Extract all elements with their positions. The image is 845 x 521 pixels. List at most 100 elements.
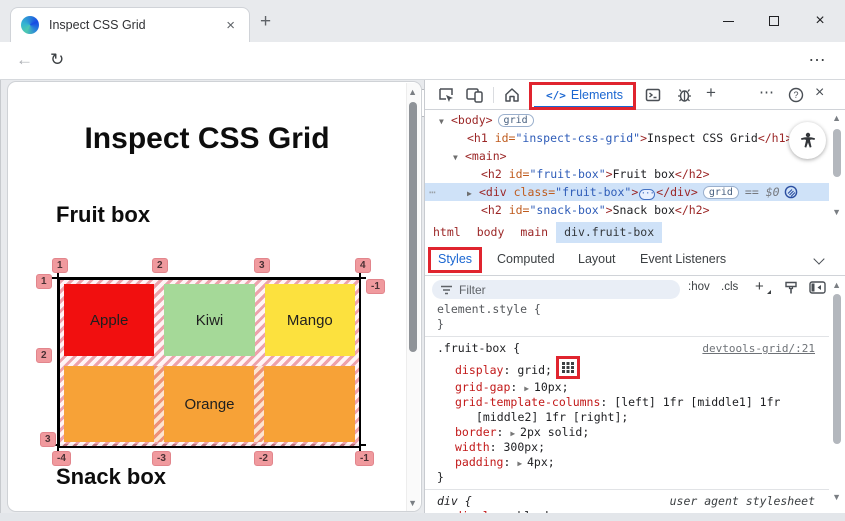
scroll-down-icon[interactable]: ▼ <box>832 207 841 217</box>
selected-element-decorator-icon <box>784 185 798 199</box>
stylesheet-source-link[interactable]: devtools-grid/:21 <box>702 341 815 356</box>
scroll-down-icon[interactable]: ▼ <box>408 498 417 508</box>
dom-node-div-fruit-box-selected[interactable]: ⋯ ▶ <div class="fruit-box"> ··· </div> grid ==… <box>425 183 829 201</box>
dom-node-main[interactable]: ▼ <main> <box>425 147 829 165</box>
grid-adorner-badge[interactable]: grid <box>497 114 534 127</box>
rendering-brush-icon[interactable] <box>783 280 799 296</box>
breadcrumb-div-fruit-box[interactable]: div.fruit-box <box>556 222 663 243</box>
node-menu-icon[interactable]: ⋯ <box>429 183 436 201</box>
page-scrollbar-thumb[interactable] <box>409 102 417 352</box>
tab-layout[interactable]: Layout <box>578 252 616 266</box>
devtools-more-icon[interactable]: ⋯ <box>759 83 774 101</box>
grid-cell-kiwi: Kiwi <box>164 284 255 356</box>
dom-scrollbar[interactable]: ▲ ▼ <box>831 113 843 221</box>
browser-window: Inspect CSS Grid × + × ← ↻ https://micro… <box>0 0 845 521</box>
annotation-elements-tab <box>529 82 636 110</box>
dom-node-h2-snack[interactable]: <h2 id="snack-box">Snack box</h2> <box>425 201 829 219</box>
grid-line-badge: 3 <box>40 432 56 447</box>
browser-toolbar: ← ↻ https://microsoftedge.github.io/Demo… <box>0 42 845 117</box>
grid-cell-mango: Mango <box>264 284 355 356</box>
dom-node-h2-fruit[interactable]: <h2 id="fruit-box">Fruit box</h2> <box>425 165 829 183</box>
toolbar-separator <box>493 87 494 103</box>
css-prop-display[interactable]: display: grid; <box>425 356 829 380</box>
css-prop-width[interactable]: width: 300px; <box>425 440 829 455</box>
grid-editor-icon <box>561 362 574 373</box>
minimize-icon <box>722 20 734 22</box>
tab-event-listeners[interactable]: Event Listeners <box>640 252 726 266</box>
grid-line-badge: -2 <box>254 451 273 466</box>
expand-arrow-icon[interactable]: ▶ <box>517 459 527 468</box>
browser-tab[interactable]: Inspect CSS Grid × <box>10 7 250 42</box>
device-emulation-icon[interactable] <box>465 86 484 104</box>
scroll-up-icon[interactable]: ▲ <box>408 87 417 97</box>
maximize-icon <box>769 16 779 26</box>
filter-placeholder: Filter <box>459 282 486 297</box>
css-prop-border[interactable]: border: ▶ 2px solid; <box>425 425 829 440</box>
toggle-hov[interactable]: :hov <box>688 281 710 293</box>
titlebar: Inspect CSS Grid × + × <box>0 0 845 42</box>
window-bottom-edge <box>0 513 845 521</box>
rule-divider <box>425 336 829 337</box>
grid-cell-orange: Orange <box>64 366 355 442</box>
dock-sidebar-icon[interactable] <box>809 281 826 294</box>
breadcrumb-main[interactable]: main <box>512 222 556 243</box>
maximize-button[interactable] <box>752 0 796 42</box>
styles-scrollbar-thumb[interactable] <box>833 294 841 444</box>
grid-line-badge: 2 <box>36 348 52 363</box>
home-icon[interactable] <box>503 86 521 104</box>
fruit-box-rule-selector[interactable]: .fruit-box {devtools-grid/:21 <box>425 341 829 356</box>
dom-scrollbar-thumb[interactable] <box>833 129 841 177</box>
reload-icon[interactable]: ↻ <box>50 50 64 70</box>
grid-adorner-badge[interactable]: grid <box>702 186 739 199</box>
add-tool-icon[interactable]: + <box>706 83 716 103</box>
styles-scrollbar[interactable]: ▲ ▼ <box>831 280 843 510</box>
grid-cell-apple: Apple <box>64 284 155 356</box>
css-prop-grid-template-columns[interactable]: grid-template-columns: [left] 1fr [middl… <box>425 395 829 410</box>
settings-more-icon[interactable]: … <box>808 45 826 66</box>
inspect-element-icon[interactable] <box>437 86 455 104</box>
grid-line-badge: -1 <box>366 279 385 294</box>
close-devtools-icon[interactable]: × <box>815 84 824 102</box>
issues-bug-icon[interactable] <box>675 86 694 104</box>
css-prop-grid-gap[interactable]: grid-gap: ▶ 10px; <box>425 380 829 395</box>
chevron-down-icon[interactable] <box>813 253 825 265</box>
element-style-selector[interactable]: element.style { <box>425 302 829 317</box>
annotation-grid-editor-button[interactable] <box>555 356 580 379</box>
page-viewport: Inspect CSS Grid Fruit box Apple Kiwi Ma… <box>7 81 422 512</box>
help-icon[interactable]: ? <box>787 86 805 104</box>
new-style-rule-button[interactable]: + <box>755 278 764 295</box>
expand-arrow-icon[interactable]: ▶ <box>510 429 520 438</box>
breadcrumb-body[interactable]: body <box>469 222 513 243</box>
sidebar-tabs: Styles Computed Layout Event Listeners <box>425 243 845 276</box>
breadcrumb-html[interactable]: html <box>425 222 469 243</box>
toggle-cls[interactable]: .cls <box>721 281 738 293</box>
new-tab-button[interactable]: + <box>260 11 271 33</box>
dom-node-body[interactable]: ▼ <body> grid <box>425 111 829 129</box>
scroll-up-icon[interactable]: ▲ <box>832 280 841 290</box>
expand-arrow-icon[interactable]: ▶ <box>524 384 534 393</box>
dom-node-h1[interactable]: <h1 id="inspect-css-grid">Inspect CSS Gr… <box>425 129 829 147</box>
filter-icon <box>441 285 452 294</box>
styles-filter-row: Filter :hov .cls + <box>425 277 845 302</box>
minimize-button[interactable] <box>706 0 750 42</box>
dom-tree: ▼ <body> grid <h1 id="inspect-css-grid">In… <box>425 111 829 221</box>
fruit-box-heading: Fruit box <box>56 202 151 227</box>
css-prop-padding[interactable]: padding: ▶ 4px; <box>425 455 829 470</box>
div-rule-selector[interactable]: div {user agent stylesheet <box>425 494 829 509</box>
grid-gap-hatch <box>154 366 164 442</box>
css-prop-continuation: [middle2] 1fr [right]; <box>476 410 629 424</box>
styles-filter-input[interactable]: Filter <box>432 280 680 299</box>
user-agent-stylesheet-label: user agent stylesheet <box>669 494 815 508</box>
console-drawer-icon[interactable] <box>644 86 662 104</box>
tab-computed[interactable]: Computed <box>497 252 555 266</box>
scroll-down-icon[interactable]: ▼ <box>832 492 841 502</box>
inline-expand-button[interactable]: ··· <box>639 189 656 200</box>
back-icon[interactable]: ← <box>16 50 33 70</box>
accessibility-fab-button[interactable] <box>789 122 826 159</box>
scroll-up-icon[interactable]: ▲ <box>832 113 841 123</box>
page-title: Inspect CSS Grid <box>84 122 330 155</box>
page-scrollbar[interactable]: ▲ ▼ <box>406 83 420 511</box>
fruit-box-grid: Apple Kiwi Mango Orange <box>58 278 361 448</box>
tab-close-icon[interactable]: × <box>222 17 239 34</box>
close-window-button[interactable]: × <box>798 0 842 42</box>
